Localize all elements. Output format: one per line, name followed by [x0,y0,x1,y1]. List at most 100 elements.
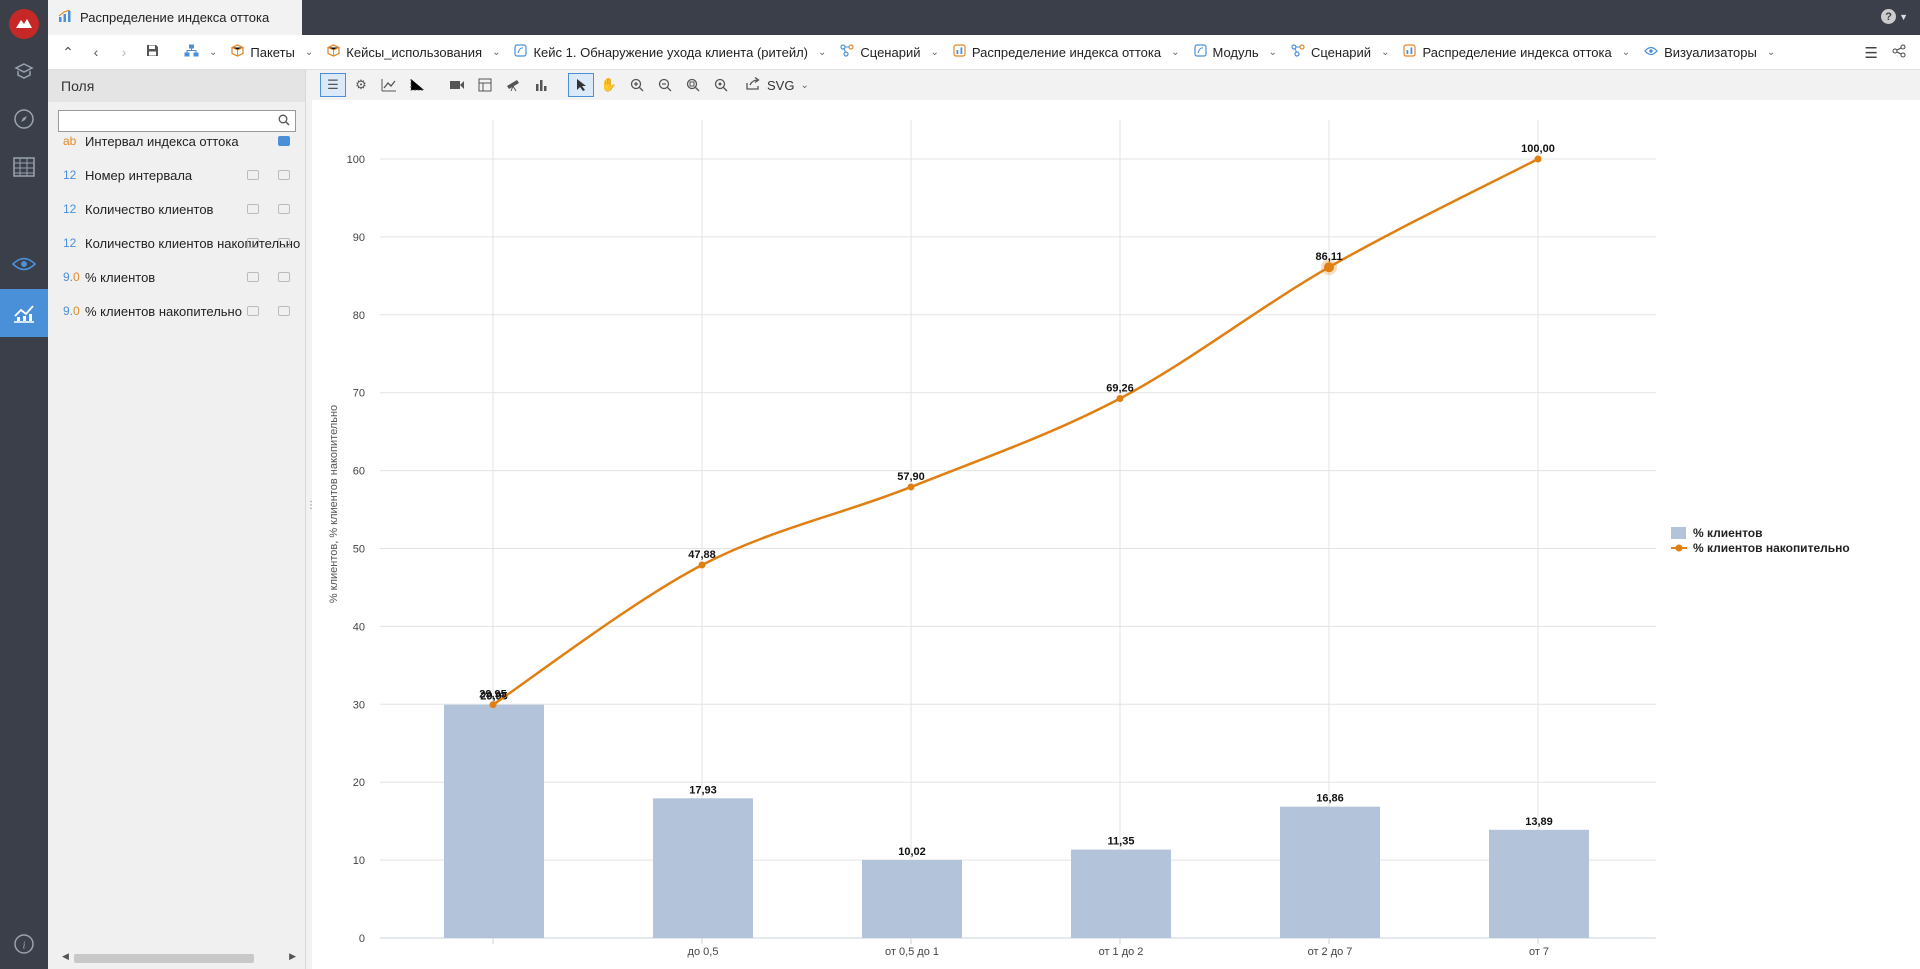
app-logo[interactable] [9,9,39,39]
fields-horizontal-scrollbar[interactable]: ◀ ▶ [62,951,296,964]
chevron-down-icon[interactable]: ⌄ [800,80,808,91]
chart-type-icon[interactable] [376,73,402,97]
field-selected-icon[interactable] [278,136,290,146]
filter-icon[interactable] [247,170,259,180]
filter-icon[interactable] [247,238,259,248]
chevron-down-icon[interactable]: ⌄ [1265,47,1283,58]
breadcrumb-item[interactable]: Сценарий ⌄ [836,44,948,60]
field-name: % клиентов [85,269,156,285]
chevron-down-icon[interactable]: ⌄ [205,47,223,58]
breadcrumb-label: Кейсы_использования [346,44,483,60]
rail-charts-icon[interactable] [0,289,48,337]
save-icon[interactable] [138,44,166,60]
menu-icon[interactable]: ☰ [1865,44,1878,62]
zoom-fit-icon[interactable] [680,73,706,97]
chevron-down-icon[interactable]: ⌄ [926,47,944,58]
chevron-down-icon[interactable]: ⌄ [1377,47,1395,58]
breadcrumb-item[interactable]: Распределение индекса оттока ⌄ [949,44,1190,60]
filter-icon[interactable] [247,272,259,282]
up-arrow-icon[interactable]: ⌃ [54,44,82,61]
field-options-icon[interactable] [278,238,290,248]
field-options-icon[interactable] [278,272,290,282]
filter-icon[interactable] [247,306,259,316]
legend-bar-swatch [1671,527,1686,539]
breadcrumb-bar: ⌃ ‹ › ⌄ Пакеты ⌄ Кейсы_использования ⌄ Кейс … [48,35,1920,70]
rail-visualizer-icon[interactable] [0,240,48,288]
back-arrow-icon[interactable]: ‹ [82,44,110,60]
export-svg-button[interactable]: SVG ⌄ [746,76,809,93]
line-point[interactable] [1116,394,1124,402]
pointer-tool-icon[interactable] [568,73,594,97]
bar[interactable] [1280,806,1380,938]
field-item[interactable]: ab Интервал индекса оттока [48,124,306,158]
tab-churn-distribution[interactable]: Распределение индекса оттока [48,0,302,35]
video-icon[interactable] [444,73,470,97]
field-item[interactable]: 12 Количество клиентов [48,192,306,226]
chevron-down-icon[interactable]: ⌄ [1763,47,1781,58]
field-options-icon[interactable] [278,170,290,180]
bar[interactable] [1071,849,1171,938]
y-tick-label: 0 [359,933,365,945]
rail-info-icon[interactable]: i [0,920,48,968]
line-point[interactable] [1324,262,1334,273]
rail-packages-icon[interactable] [0,47,48,95]
scrollbar-thumb[interactable] [74,954,254,963]
filter-icon[interactable] [247,204,259,214]
line-point[interactable] [907,483,915,491]
pan-hand-icon[interactable]: ✋ [596,73,622,97]
rail-compass-icon[interactable] [0,95,48,143]
breadcrumb-root[interactable]: ⌄ [180,44,227,60]
layout-icon[interactable] [472,73,498,97]
chevron-down-icon[interactable]: ⌄ [301,47,319,58]
field-item[interactable]: 9.0 % клиентов накопительно [48,294,306,328]
line-point[interactable] [489,701,497,709]
axis-settings-icon[interactable] [404,73,430,97]
scroll-right-icon[interactable]: ▶ [289,951,296,962]
bar[interactable] [1489,829,1589,938]
legend-label[interactable]: % клиентов [1693,526,1763,540]
y-tick-label: 30 [353,699,365,711]
line-point[interactable] [698,561,706,569]
chevron-down-icon[interactable]: ⌄ [1618,47,1636,58]
breadcrumb-item[interactable]: Пакеты ⌄ [227,44,323,60]
share-icon[interactable] [1892,44,1906,62]
bar-chart-icon[interactable] [528,73,554,97]
breadcrumb-label: Сценарий [1310,44,1372,60]
rail-table-icon[interactable] [0,143,48,191]
fields-list-icon[interactable]: ☰ [320,73,346,97]
breadcrumb-actions: ☰ [1865,44,1906,62]
help-menu[interactable]: ? ▼ [1881,9,1908,24]
breadcrumb-item[interactable]: Распределение индекса оттока ⌄ [1399,44,1640,60]
line-point[interactable] [1534,155,1542,163]
bar[interactable] [862,859,962,938]
field-item[interactable]: 12 Номер интервала [48,158,306,192]
forward-arrow-icon[interactable]: › [110,44,138,60]
bar-data-label: 10,02 [898,846,926,858]
field-item[interactable]: 9.0 % клиентов [48,260,306,294]
line-data-label: 69,26 [1106,382,1134,394]
breadcrumb-item[interactable]: Модуль ⌄ [1190,44,1287,60]
breadcrumb-item[interactable]: Кейсы_использования ⌄ [323,44,510,60]
field-type-icon: 12 [63,168,77,182]
legend-label[interactable]: % клиентов накопительно [1693,541,1850,555]
telescope-icon[interactable] [500,73,526,97]
chevron-down-icon[interactable]: ⌄ [488,47,506,58]
scroll-left-icon[interactable]: ◀ [62,951,69,962]
field-options-icon[interactable] [278,306,290,316]
zoom-in-icon[interactable] [624,73,650,97]
zoom-out-icon[interactable] [652,73,678,97]
settings-gear-icon[interactable]: ⚙ [348,73,374,97]
field-item[interactable]: 12 Количество клиентов накопительно [48,226,306,260]
chevron-down-icon[interactable]: ⌄ [814,47,832,58]
bar[interactable] [653,798,753,938]
series-line[interactable] [492,157,1539,706]
chevron-down-icon[interactable]: ⌄ [1167,47,1185,58]
line-data-label: 100,00 [1521,143,1555,155]
zoom-reset-icon[interactable] [708,73,734,97]
field-options-icon[interactable] [278,204,290,214]
breadcrumb-item[interactable]: Кейс 1. Обнаружение ухода клиента (ритей… [510,44,836,60]
export-format-label: SVG [767,77,795,93]
bar[interactable] [444,704,544,938]
breadcrumb-item[interactable]: Сценарий ⌄ [1287,44,1399,60]
breadcrumb-item[interactable]: Визуализаторы ⌄ [1640,45,1785,60]
